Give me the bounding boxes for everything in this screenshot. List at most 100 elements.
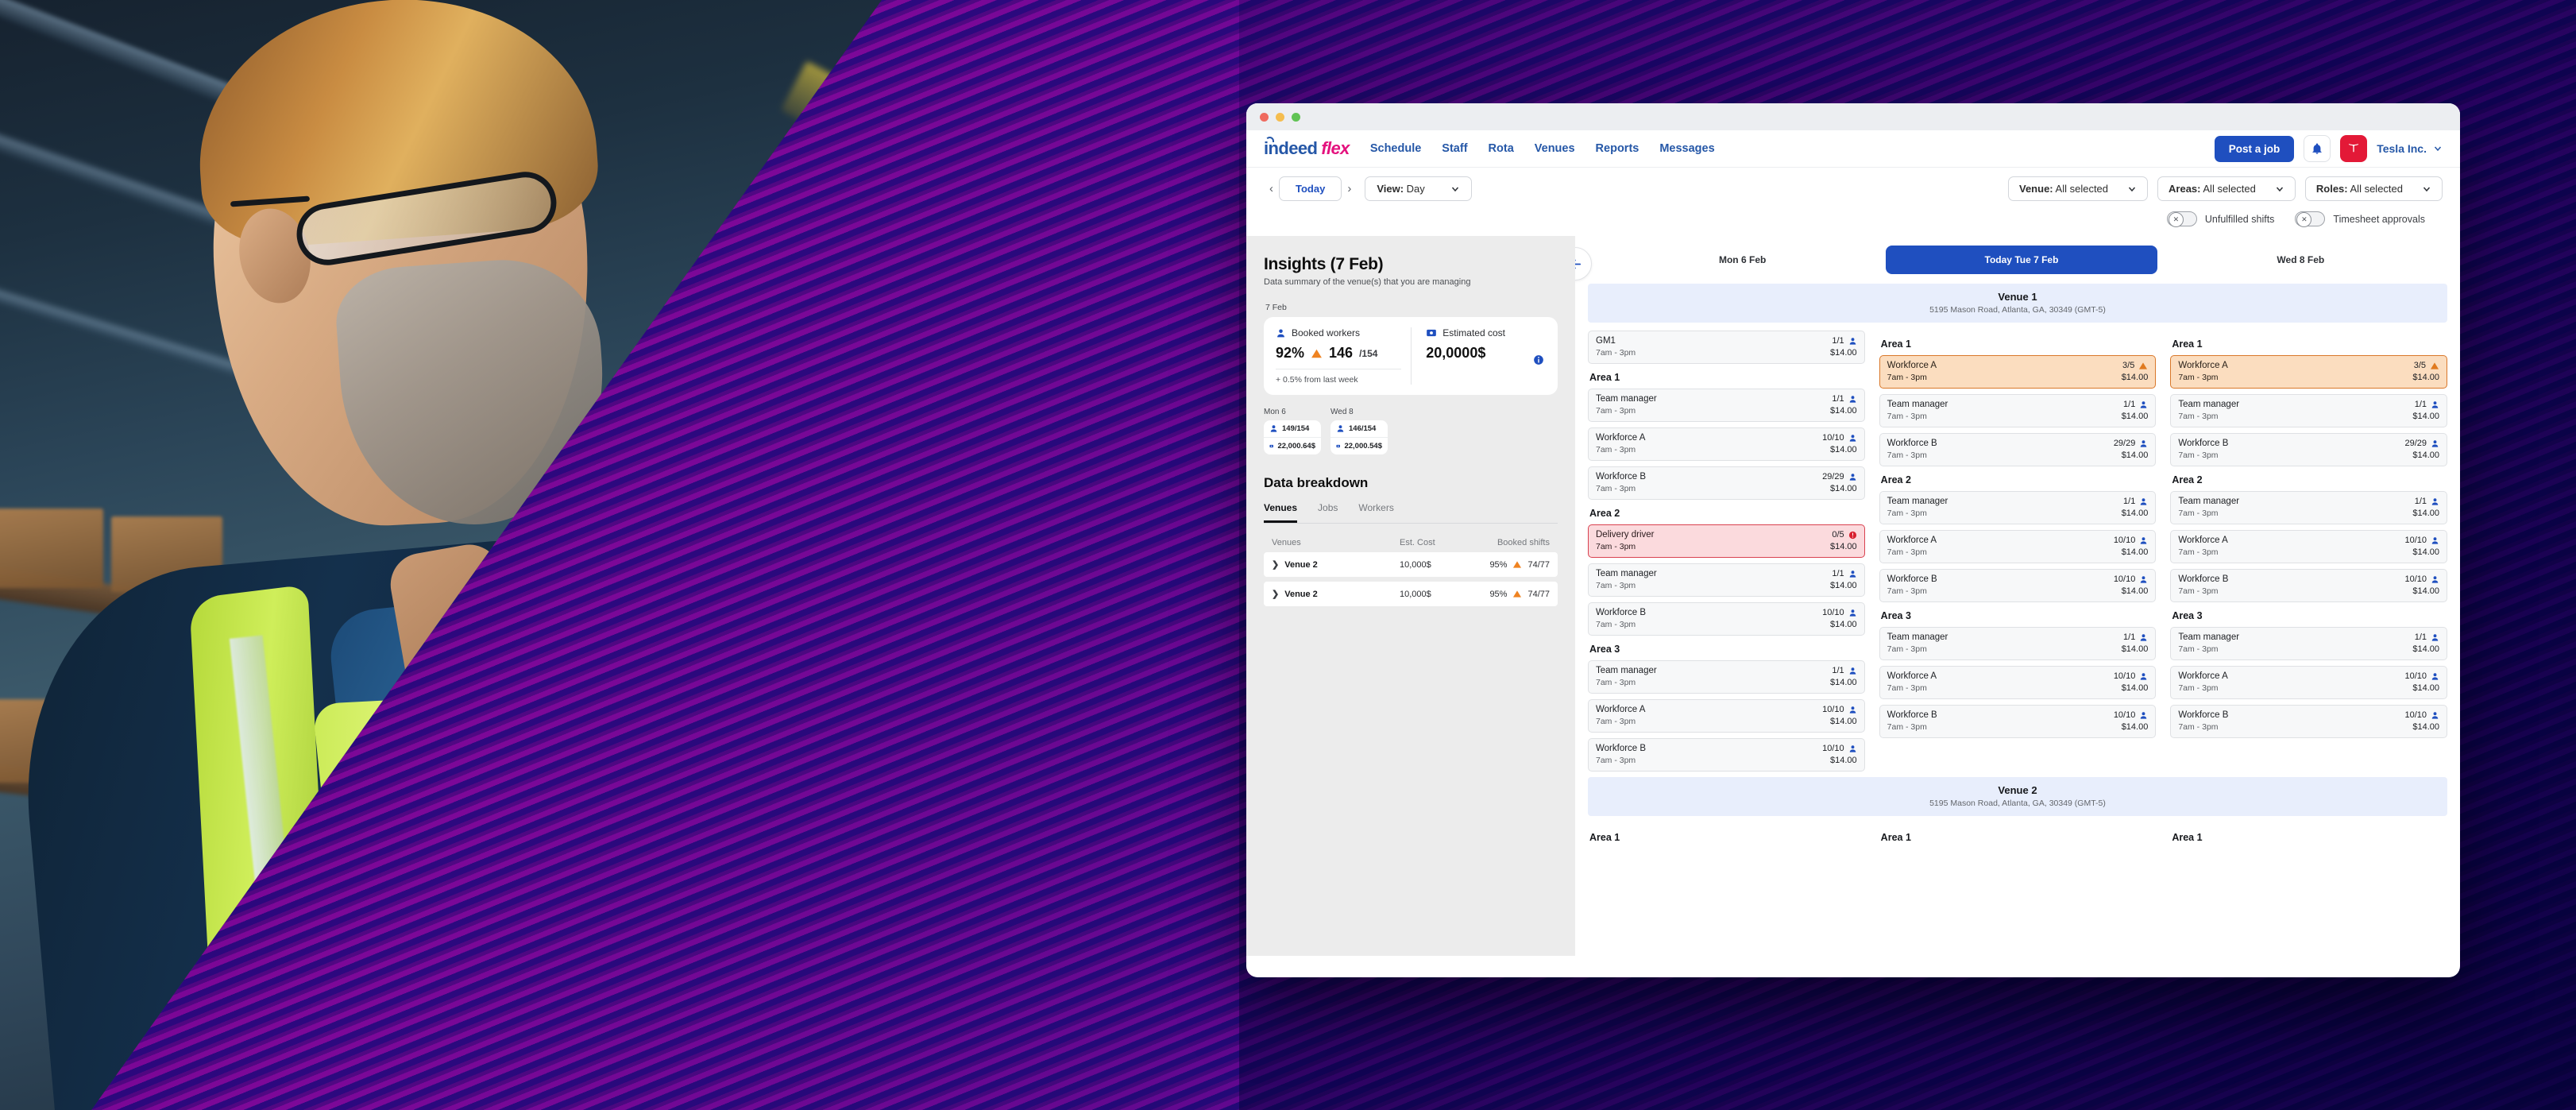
col-header-booked-shifts: Booked shifts xyxy=(1497,538,1550,547)
post-a-job-button[interactable]: Post a job xyxy=(2214,135,2295,162)
shift-card[interactable]: Workforce B 7am - 3pm 29/29 $14.00 xyxy=(1588,466,1865,500)
shift-card[interactable]: Workforce B 7am - 3pm 29/29 $14.00 xyxy=(2170,433,2448,466)
shift-card[interactable]: Workforce B 7am - 3pm 10/10 $14.00 xyxy=(1879,705,2157,738)
info-icon[interactable] xyxy=(1533,354,1544,365)
warning-triangle-icon xyxy=(2430,362,2439,369)
shift-card[interactable]: Team manager 7am - 3pm 1/1 $14.00 xyxy=(2170,491,2448,524)
day-tab-mon[interactable]: Mon 6 Feb xyxy=(1607,246,1878,274)
kpi-estimated-cost: Estimated cost 20,0000$ xyxy=(1412,327,1546,385)
prev-day-button[interactable]: ‹ xyxy=(1264,182,1279,195)
shift-card[interactable]: Workforce A 7am - 3pm 10/10 $14.00 xyxy=(2170,530,2448,563)
shift-card[interactable]: Workforce A 7am - 3pm 10/10 $14.00 xyxy=(1879,530,2157,563)
nav-link-messages[interactable]: Messages xyxy=(1659,142,1714,155)
shift-pay: $14.00 xyxy=(1830,406,1857,416)
shift-pay: $14.00 xyxy=(2412,451,2440,460)
shift-card-left: Workforce A 7am - 3pm xyxy=(1596,433,1822,454)
shift-card[interactable]: Workforce A 7am - 3pm 10/10 $14.00 xyxy=(2170,666,2448,699)
person-icon xyxy=(2141,633,2147,641)
shift-card[interactable]: Workforce A 7am - 3pm 10/10 $14.00 xyxy=(1879,666,2157,699)
kpi-booked-ratio-den: /154 xyxy=(1359,347,1378,359)
shift-card-left: Team manager 7am - 3pm xyxy=(2178,632,2412,654)
shift-card[interactable]: GM1 7am - 3pm 1/1 $14.00 xyxy=(1588,331,1865,364)
shift-card[interactable]: Team manager 7am - 3pm 1/1 $14.00 xyxy=(2170,627,2448,660)
area-heading: Area 2 xyxy=(2172,474,2203,485)
view-selector[interactable]: View: Day xyxy=(1365,176,1472,201)
shift-card[interactable]: Team manager 7am - 3pm 1/1 $14.00 xyxy=(1879,394,2157,427)
chevron-down-icon xyxy=(2276,187,2283,191)
nav-link-staff[interactable]: Staff xyxy=(1442,142,1467,155)
shift-pay: $14.00 xyxy=(2412,586,2440,596)
nav-link-rota[interactable]: Rota xyxy=(1489,142,1514,155)
indeed-flex-logo[interactable]: indeed flex xyxy=(1264,137,1350,159)
filter-venue[interactable]: Venue: All selected xyxy=(2008,176,2149,201)
day-tab-wed[interactable]: Wed 8 Feb xyxy=(2165,246,2436,274)
shift-count: 1/1 xyxy=(2122,497,2149,506)
shift-card[interactable]: Team manager 7am - 3pm 1/1 $14.00 xyxy=(1879,491,2157,524)
shift-card[interactable]: Delivery driver 7am - 3pm 0/5 $14.00 xyxy=(1588,524,1865,558)
shift-time: 7am - 3pm xyxy=(2178,722,2219,732)
shift-card[interactable]: Team manager 7am - 3pm 1/1 $14.00 xyxy=(1588,389,1865,422)
shift-card[interactable]: Team manager 7am - 3pm 1/1 $14.00 xyxy=(1588,563,1865,597)
shift-role: Team manager xyxy=(1596,666,1657,675)
shift-card[interactable]: Workforce B 7am - 3pm 10/10 $14.00 xyxy=(2170,705,2448,738)
tab-venues[interactable]: Venues xyxy=(1264,502,1298,523)
shift-card-left: Workforce B 7am - 3pm xyxy=(1596,744,1822,765)
person-icon xyxy=(2431,439,2439,447)
chevron-down-icon xyxy=(1451,187,1458,191)
nav-link-venues[interactable]: Venues xyxy=(1535,142,1575,155)
filter-areas[interactable]: Areas: All selected xyxy=(2157,176,2296,201)
shift-card[interactable]: Team manager 7am - 3pm 1/1 $14.00 xyxy=(2170,394,2448,427)
mini-day-card[interactable]: 146/154 22,000.54$ xyxy=(1330,420,1388,454)
shift-card[interactable]: Workforce B 7am - 3pm 10/10 $14.00 xyxy=(1588,602,1865,636)
mini-day-card[interactable]: 149/154 22,000.64$ xyxy=(1264,420,1321,454)
shift-card-left: Workforce A 7am - 3pm xyxy=(2178,671,2404,693)
toggle-switch-off-icon[interactable] xyxy=(2295,211,2326,227)
shift-card[interactable]: Workforce A 7am - 3pm 10/10 $14.00 xyxy=(1588,427,1865,461)
shift-count: 1/1 xyxy=(2122,400,2149,409)
shift-count-value: 10/10 xyxy=(2404,574,2427,584)
shift-card-right: 29/29 $14.00 xyxy=(2404,439,2439,460)
table-row[interactable]: ❯ Venue 2 10,000$ 95% 74/77 xyxy=(1264,582,1558,606)
shift-role: GM1 xyxy=(1596,336,1616,346)
toggle-unfulfilled-shifts-label: Unfulfilled shifts xyxy=(2204,213,2275,225)
tab-jobs[interactable]: Jobs xyxy=(1318,502,1338,523)
company-switcher[interactable]: Tesla Inc. xyxy=(2377,142,2443,155)
shift-time: 7am - 3pm xyxy=(1596,756,1636,765)
shift-card[interactable]: Workforce B 7am - 3pm 10/10 $14.00 xyxy=(1588,738,1865,772)
shift-card-right: 10/10 $14.00 xyxy=(2404,536,2439,557)
shift-pay: $14.00 xyxy=(2412,547,2440,557)
day-tab-today[interactable]: Today Tue 7 Feb xyxy=(1886,246,2157,274)
next-day-button[interactable]: › xyxy=(1342,182,1357,195)
toggle-unfulfilled-shifts[interactable]: Unfulfilled shifts xyxy=(2166,211,2275,227)
shift-card[interactable]: Workforce B 7am - 3pm 10/10 $14.00 xyxy=(2170,569,2448,602)
shift-pay: $14.00 xyxy=(2412,644,2440,654)
notifications-button[interactable] xyxy=(2304,135,2331,162)
chevron-right-icon[interactable]: ❯ xyxy=(1272,559,1279,570)
shift-role: Team manager xyxy=(1596,569,1657,578)
shift-card[interactable]: Workforce B 7am - 3pm 10/10 $14.00 xyxy=(1879,569,2157,602)
window-close-button[interactable] xyxy=(1260,112,1269,122)
person-icon xyxy=(1849,395,1856,403)
tab-workers[interactable]: Workers xyxy=(1358,502,1393,523)
shift-card[interactable]: Workforce A 7am - 3pm 3/5 $14.00 xyxy=(1879,355,2157,389)
nav-link-reports[interactable]: Reports xyxy=(1596,142,1639,155)
toggle-timesheet-approvals[interactable]: Timesheet approvals xyxy=(2295,211,2425,227)
nav-link-schedule[interactable]: Schedule xyxy=(1370,142,1421,155)
shift-card[interactable]: Workforce A 7am - 3pm 10/10 $14.00 xyxy=(1588,699,1865,733)
shift-time: 7am - 3pm xyxy=(1887,373,1927,382)
shift-count: 10/10 xyxy=(2404,710,2439,720)
data-breakdown-title: Data breakdown xyxy=(1264,475,1369,490)
table-row[interactable]: ❯ Venue 2 10,000$ 95% 74/77 xyxy=(1264,552,1558,577)
shift-card-left: Workforce A 7am - 3pm xyxy=(2178,361,2412,382)
shift-card[interactable]: Workforce A 7am - 3pm 3/5 $14.00 xyxy=(2170,355,2448,389)
window-maximize-button[interactable] xyxy=(1292,112,1300,122)
shift-card[interactable]: Workforce B 7am - 3pm 29/29 $14.00 xyxy=(1879,433,2157,466)
shift-card[interactable]: Team manager 7am - 3pm 1/1 $14.00 xyxy=(1588,660,1865,694)
shift-card[interactable]: Team manager 7am - 3pm 1/1 $14.00 xyxy=(1879,627,2157,660)
toggle-switch-off-icon[interactable] xyxy=(2166,211,2197,227)
chevron-right-icon[interactable]: ❯ xyxy=(1272,589,1279,599)
filter-roles[interactable]: Roles: All selected xyxy=(2304,176,2443,201)
top-navigation-bar: indeed flex Schedule Staff Rota Venues R… xyxy=(1246,130,2460,168)
today-button[interactable]: Today xyxy=(1279,176,1342,201)
window-minimize-button[interactable] xyxy=(1276,112,1284,122)
